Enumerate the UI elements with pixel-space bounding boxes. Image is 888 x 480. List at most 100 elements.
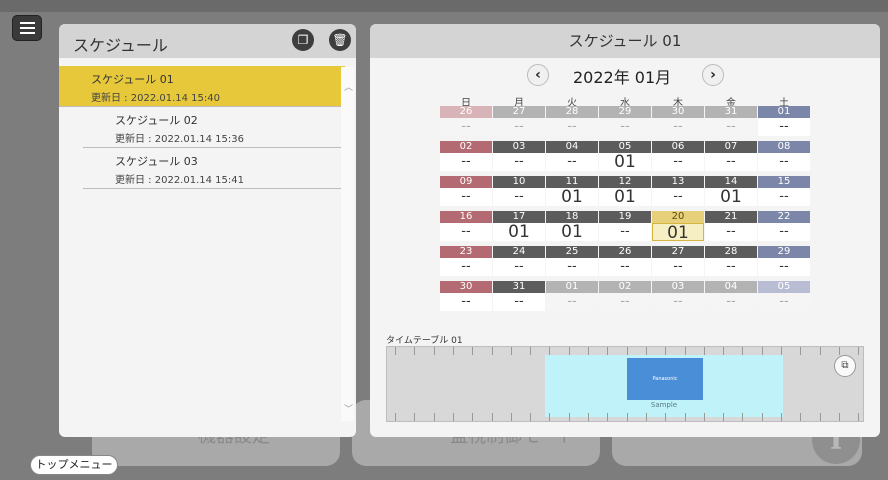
calendar-day-number: 07 bbox=[705, 141, 757, 153]
timetable-tick bbox=[723, 413, 725, 421]
calendar-day[interactable]: 04 -- bbox=[705, 281, 757, 311]
timetable-tick bbox=[414, 347, 416, 355]
calendar-day[interactable]: 04 -- bbox=[546, 141, 598, 171]
calendar-day[interactable]: 13 -- bbox=[652, 176, 704, 206]
calendar-day[interactable]: 14 01 bbox=[705, 176, 757, 206]
calendar-day-timetable: 01 bbox=[705, 188, 757, 206]
calendar-day[interactable]: 26 -- bbox=[599, 246, 651, 276]
calendar-day[interactable]: 07 -- bbox=[705, 141, 757, 171]
chevron-left-icon[interactable]: ‹ bbox=[527, 64, 549, 86]
schedule-list-item[interactable]: スケジュール 01 更新日 : 2022.01.14 15:40 bbox=[59, 66, 345, 107]
calendar-day-timetable: -- bbox=[758, 258, 810, 276]
schedule-list-item[interactable]: スケジュール 03 更新日 : 2022.01.14 15:41 bbox=[83, 148, 345, 189]
trash-icon[interactable]: 🗑 bbox=[329, 29, 351, 51]
top-menu-button[interactable]: トップメニュー bbox=[30, 455, 118, 475]
timetable-tick bbox=[472, 347, 474, 355]
calendar-day[interactable]: 16 -- bbox=[440, 211, 492, 241]
timetable-tick bbox=[684, 347, 686, 355]
calendar-day[interactable]: 25 -- bbox=[546, 246, 598, 276]
timetable-tick bbox=[491, 347, 493, 355]
calendar-day[interactable]: 30 -- bbox=[652, 106, 704, 136]
calendar-day[interactable]: 11 01 bbox=[546, 176, 598, 206]
calendar-day[interactable]: 02 -- bbox=[599, 281, 651, 311]
timetable-tick bbox=[665, 347, 667, 355]
calendar-day[interactable]: 27 -- bbox=[652, 246, 704, 276]
scroll-up-icon[interactable]: ︿ bbox=[344, 80, 353, 93]
calendar-day-timetable: 01 bbox=[546, 223, 598, 241]
calendar-day-number: 04 bbox=[546, 141, 598, 153]
calendar-day-number: 13 bbox=[652, 176, 704, 188]
calendar-day[interactable]: 08 -- bbox=[758, 141, 810, 171]
hamburger-menu-icon[interactable] bbox=[12, 15, 42, 41]
calendar-day[interactable]: 10 -- bbox=[493, 176, 545, 206]
calendar-day[interactable]: 09 -- bbox=[440, 176, 492, 206]
chevron-right-icon[interactable]: › bbox=[702, 64, 724, 86]
calendar-day-timetable: -- bbox=[546, 153, 598, 171]
timetable-block[interactable]: Panasonic Sample bbox=[545, 355, 783, 417]
calendar-day-number: 20 bbox=[652, 211, 704, 223]
calendar-day[interactable]: 12 01 bbox=[599, 176, 651, 206]
calendar-day[interactable]: 30 -- bbox=[440, 281, 492, 311]
calendar-day[interactable]: 31 -- bbox=[705, 106, 757, 136]
schedule-updated-date: 更新日 : 2022.01.14 15:40 bbox=[91, 93, 220, 104]
calendar-day-timetable: -- bbox=[546, 258, 598, 276]
weekday-header: 日月火水木金土 bbox=[440, 94, 813, 109]
calendar-day-timetable: -- bbox=[652, 188, 704, 206]
calendar-day[interactable]: 17 01 bbox=[493, 211, 545, 241]
calendar-day[interactable]: 20 01 bbox=[652, 211, 704, 242]
calendar-day[interactable]: 15 -- bbox=[758, 176, 810, 206]
schedule-list-scrollbar[interactable] bbox=[341, 67, 354, 421]
timetable-tick bbox=[530, 347, 532, 355]
calendar-day[interactable]: 01 -- bbox=[546, 281, 598, 311]
calendar-day[interactable]: 21 -- bbox=[705, 211, 757, 241]
calendar-day-timetable: -- bbox=[758, 293, 810, 311]
calendar-day-number: 04 bbox=[705, 281, 757, 293]
calendar-day[interactable]: 24 -- bbox=[493, 246, 545, 276]
timetable-tick bbox=[588, 413, 589, 421]
timetable-tick bbox=[626, 347, 628, 355]
calendar-day-timetable: -- bbox=[758, 118, 810, 136]
timetable-tick bbox=[395, 347, 396, 355]
calendar-day[interactable]: 19 -- bbox=[599, 211, 651, 241]
calendar-day-number: 19 bbox=[599, 211, 651, 223]
schedule-name: スケジュール 03 bbox=[115, 155, 198, 168]
calendar-day[interactable]: 28 -- bbox=[546, 106, 598, 136]
calendar-day-timetable: -- bbox=[705, 153, 757, 171]
calendar-day-number: 26 bbox=[440, 106, 492, 118]
calendar-day[interactable]: 26 -- bbox=[440, 106, 492, 136]
calendar-day[interactable]: 03 -- bbox=[652, 281, 704, 311]
calendar-day[interactable]: 31 -- bbox=[493, 281, 545, 311]
calendar-day[interactable]: 29 -- bbox=[758, 246, 810, 276]
calendar-day[interactable]: 02 -- bbox=[440, 141, 492, 171]
timetable-event[interactable]: Panasonic bbox=[627, 358, 703, 400]
calendar-day-number: 03 bbox=[652, 281, 704, 293]
timetable-tick bbox=[626, 413, 628, 421]
calendar-day-timetable: -- bbox=[705, 118, 757, 136]
timetable[interactable]: Panasonic Sample bbox=[386, 346, 864, 422]
calendar-day[interactable]: 06 -- bbox=[652, 141, 704, 171]
calendar-day[interactable]: 18 01 bbox=[546, 211, 598, 241]
timetable-tick bbox=[858, 413, 860, 421]
calendar-day[interactable]: 01 -- bbox=[758, 106, 810, 136]
scroll-down-icon[interactable]: ﹀ bbox=[344, 402, 353, 415]
calendar-day[interactable]: 28 -- bbox=[705, 246, 757, 276]
expand-icon[interactable]: ⧉ bbox=[834, 355, 856, 377]
schedule-list-item[interactable]: スケジュール 02 更新日 : 2022.01.14 15:36 bbox=[83, 107, 345, 148]
copy-icon[interactable]: ❐ bbox=[292, 29, 314, 51]
calendar-day-number: 02 bbox=[599, 281, 651, 293]
timetable-tick bbox=[761, 413, 763, 421]
calendar-day-timetable: -- bbox=[652, 118, 704, 136]
calendar-day[interactable]: 29 -- bbox=[599, 106, 651, 136]
timetable-tick bbox=[665, 413, 667, 421]
calendar-day[interactable]: 23 -- bbox=[440, 246, 492, 276]
calendar-day-timetable: -- bbox=[705, 258, 757, 276]
timetable-tick bbox=[433, 413, 435, 421]
calendar-day[interactable]: 03 -- bbox=[493, 141, 545, 171]
calendar-day[interactable]: 22 -- bbox=[758, 211, 810, 241]
calendar-day[interactable]: 27 -- bbox=[493, 106, 545, 136]
timetable-tick bbox=[472, 413, 474, 421]
schedule-name: スケジュール 01 bbox=[91, 73, 174, 86]
timetable-tick bbox=[761, 347, 763, 355]
calendar-day[interactable]: 05 01 bbox=[599, 141, 651, 171]
calendar-day[interactable]: 05 -- bbox=[758, 281, 810, 311]
